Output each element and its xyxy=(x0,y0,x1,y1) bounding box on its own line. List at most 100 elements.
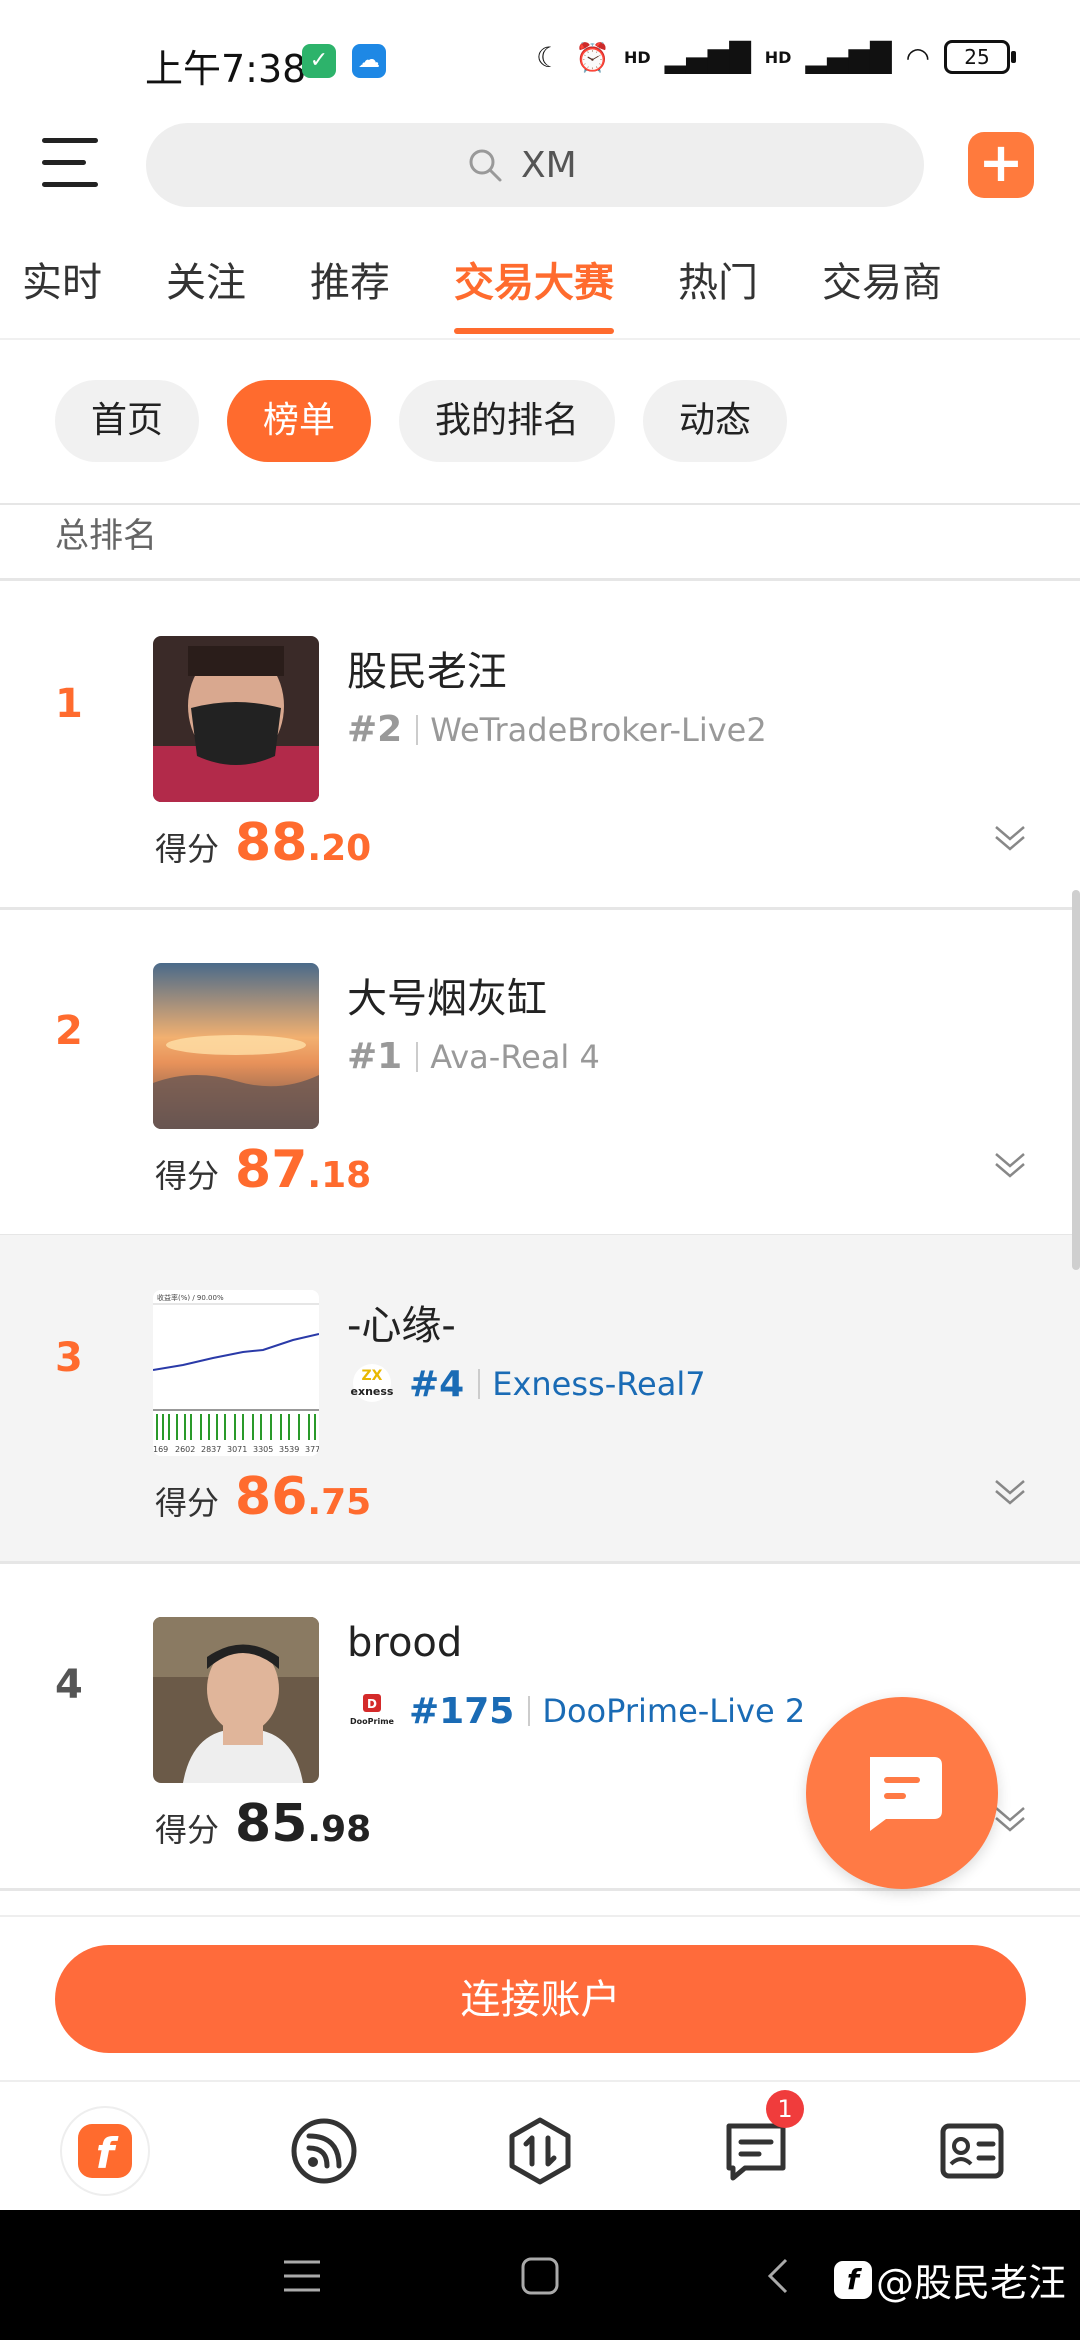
score-integer: 88 xyxy=(235,813,308,873)
broker-rank: #4 xyxy=(409,1363,465,1405)
menu-button[interactable] xyxy=(42,138,104,190)
connect-account-button[interactable]: 连接账户 xyxy=(55,1945,1026,2053)
back-icon[interactable] xyxy=(764,2256,790,2296)
avatar xyxy=(153,1617,319,1783)
score-integer: 87 xyxy=(235,1140,308,1200)
chat-bubble-icon xyxy=(870,1757,942,1831)
bottom-nav: f xyxy=(0,2080,1080,2212)
recent-apps-icon[interactable] xyxy=(282,2258,322,2294)
status-bar: 上午7:38 ✓ ☁ ☾ ⏰ HD ▂▄▆█ HD ▂▄▆█ ◠ 25 xyxy=(0,0,1080,120)
broker-info: D DooPrime #175 DooPrime-Live 2 xyxy=(347,1690,805,1732)
broker-rank: #2 xyxy=(347,709,403,750)
ranking-row-3[interactable]: 3 收益率(%) / 90.00% 169 2602 2837 3071 330… xyxy=(0,1235,1080,1564)
nav-profile[interactable] xyxy=(927,2106,1017,2196)
rank-number: 1 xyxy=(55,681,83,727)
rank-number: 2 xyxy=(55,1008,83,1054)
tab-realtime[interactable]: 实时 xyxy=(0,250,124,336)
search-input[interactable] xyxy=(519,143,603,187)
search-bar[interactable] xyxy=(146,123,924,207)
score-integer: 85 xyxy=(235,1794,308,1854)
svg-text:ZX: ZX xyxy=(362,1368,383,1384)
signal-icon: ▂▄▆█ xyxy=(805,40,892,74)
broadcast-icon xyxy=(291,2118,357,2184)
subtab-activity[interactable]: 动态 xyxy=(643,380,788,462)
broker-account: Ava-Real 4 xyxy=(430,1037,600,1076)
svg-text:3305: 3305 xyxy=(253,1445,273,1454)
section-title: 总排名 xyxy=(55,516,157,556)
notification-badge: 1 xyxy=(766,2090,804,2128)
score: 得分 86 .75 xyxy=(155,1467,371,1527)
battery-icon: 25 xyxy=(944,40,1016,74)
svg-text:exness: exness xyxy=(351,1385,394,1398)
score-label: 得分 xyxy=(155,830,220,868)
status-indicators: ☾ ⏰ HD ▂▄▆█ HD ▂▄▆█ ◠ 25 xyxy=(535,40,1016,74)
score-decimal: .98 xyxy=(307,1809,372,1850)
nav-home[interactable]: f xyxy=(60,2106,150,2196)
scrollbar[interactable] xyxy=(1072,890,1080,1270)
hd-label: HD xyxy=(623,47,651,67)
sub-tabs: 首页 榜单 我的排名 动态 xyxy=(55,380,788,462)
broker-account[interactable]: Exness-Real7 xyxy=(492,1365,705,1403)
rank-number: 4 xyxy=(55,1662,83,1708)
home-icon[interactable] xyxy=(520,2256,560,2296)
score: 得分 88 .20 xyxy=(155,813,371,873)
svg-text:2602: 2602 xyxy=(175,1445,195,1454)
trader-name: 股民老汪 xyxy=(347,649,507,695)
home-logo-icon: f xyxy=(60,2106,150,2196)
subtab-my-rank[interactable]: 我的排名 xyxy=(399,380,616,462)
avatar xyxy=(153,636,319,802)
broker-rank: #175 xyxy=(409,1690,515,1732)
watermark: f @股民老汪 xyxy=(833,2252,1066,2307)
tab-follow[interactable]: 关注 xyxy=(144,250,268,336)
expand-chevron-icon[interactable] xyxy=(992,1800,1028,1836)
wifi-icon: ◠ xyxy=(905,40,930,74)
score-label: 得分 xyxy=(155,1157,220,1195)
tab-hot[interactable]: 热门 xyxy=(656,250,780,336)
ranking-row-2[interactable]: 2 大号烟灰缸 #1 Ava-Real 4 得分 87 .18 xyxy=(0,908,1080,1237)
trader-name: 大号烟灰缸 xyxy=(347,976,547,1022)
score-label: 得分 xyxy=(155,1484,220,1522)
profile-card-icon xyxy=(940,2123,1004,2179)
hd-label: HD xyxy=(764,47,792,67)
score-label: 得分 xyxy=(155,1811,220,1849)
tab-brokers[interactable]: 交易商 xyxy=(800,250,964,336)
status-time: 上午7:38 xyxy=(145,47,307,91)
rank-number: 3 xyxy=(55,1335,83,1381)
svg-text:2837: 2837 xyxy=(201,1445,221,1454)
alarm-icon: ⏰ xyxy=(575,40,610,74)
avatar: 收益率(%) / 90.00% 169 2602 2837 3071 3305 … xyxy=(153,1290,319,1456)
watermark-text: @股民老汪 xyxy=(875,2261,1066,2305)
shield-app-icon: ✓ xyxy=(302,44,336,78)
moon-icon: ☾ xyxy=(535,40,562,74)
svg-text:3539: 3539 xyxy=(279,1445,299,1454)
tab-recommend[interactable]: 推荐 xyxy=(288,250,412,336)
add-button[interactable]: + xyxy=(968,132,1034,198)
score-decimal: .18 xyxy=(307,1155,372,1196)
expand-chevron-icon[interactable] xyxy=(992,819,1028,855)
divider xyxy=(0,503,1080,505)
expand-chevron-icon[interactable] xyxy=(992,1473,1028,1509)
nav-trade[interactable] xyxy=(495,2106,585,2196)
svg-text:D: D xyxy=(367,1697,377,1711)
tab-trading-contest[interactable]: 交易大赛 xyxy=(432,250,636,336)
broker-info: ZX exness #4 Exness-Real7 xyxy=(347,1363,706,1405)
ranking-row-1[interactable]: 1 股民老汪 #2 WeTradeBroker-Live2 得分 88 .20 xyxy=(0,581,1080,910)
broker-logo-icon: D DooPrime xyxy=(347,1690,397,1732)
broker-account[interactable]: DooPrime-Live 2 xyxy=(542,1692,805,1730)
broker-info: #2 WeTradeBroker-Live2 xyxy=(347,709,767,750)
nav-feed[interactable] xyxy=(279,2106,369,2196)
subtab-home[interactable]: 首页 xyxy=(55,380,200,462)
avatar xyxy=(153,963,319,1129)
score: 得分 85 .98 xyxy=(155,1794,371,1854)
score-decimal: .20 xyxy=(307,828,372,869)
search-icon xyxy=(469,149,502,182)
chat-fab-button[interactable] xyxy=(806,1697,998,1889)
svg-text:169: 169 xyxy=(153,1445,168,1454)
trader-name: -心缘- xyxy=(347,1303,456,1349)
trade-arrows-icon xyxy=(509,2117,571,2185)
avatar-chart-text: 收益率(%) / 90.00% xyxy=(157,1293,224,1302)
trader-name: brood xyxy=(347,1620,463,1666)
subtab-leaderboard[interactable]: 榜单 xyxy=(227,380,372,462)
expand-chevron-icon[interactable] xyxy=(992,1146,1028,1182)
signal-icon: ▂▄▆█ xyxy=(664,40,751,74)
